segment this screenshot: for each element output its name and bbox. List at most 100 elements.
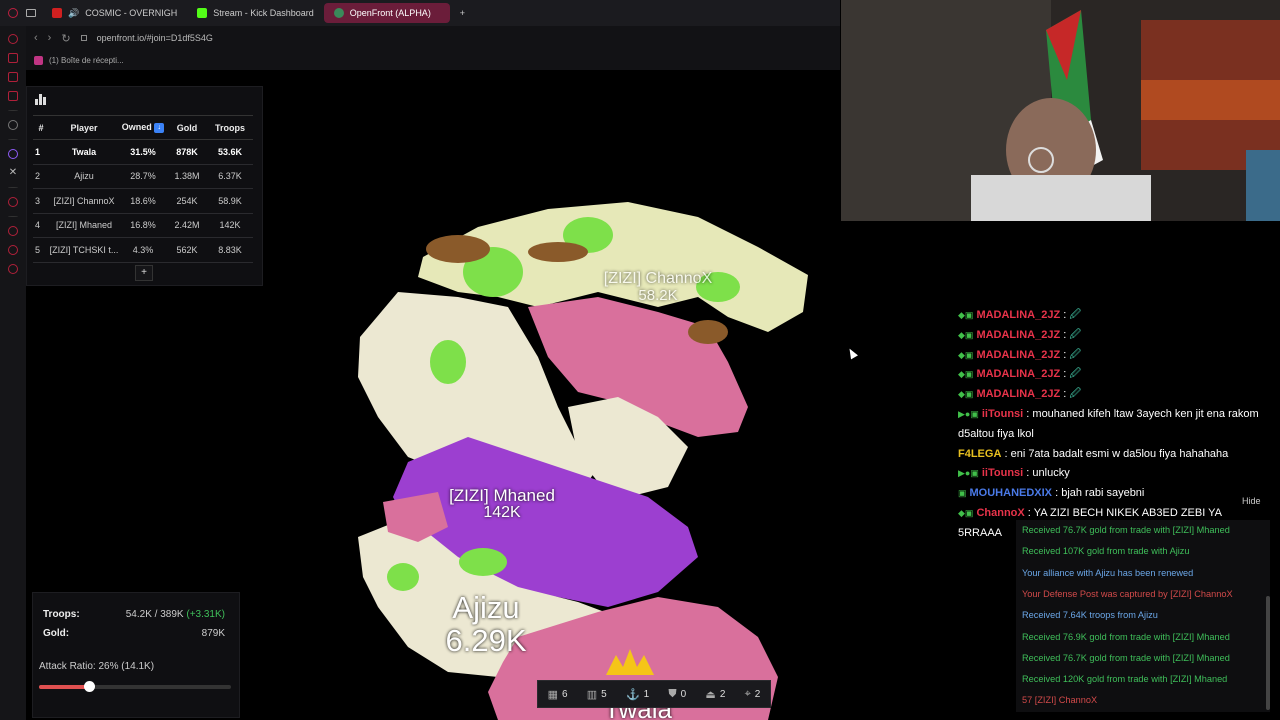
sidebar-twitch-icon[interactable] (8, 149, 18, 159)
chat-username[interactable]: MADALINA_2JZ (976, 329, 1060, 341)
build-port-button[interactable]: ⚓ 1 (626, 688, 649, 701)
webcam-overlay (841, 0, 1280, 221)
tab-kick-dashboard[interactable]: Stream - Kick Dashboard (187, 3, 324, 23)
col-player[interactable]: Player (49, 115, 119, 140)
chat-badge-icon: ◆▣ (958, 349, 974, 360)
mhaned-troops: 142K (483, 503, 521, 521)
table-row[interactable]: 4 [ZIZI] Mhaned 16.8% 2.42M 142K (33, 213, 253, 238)
build-sam-launcher-button[interactable]: ⌖ 2 (745, 688, 761, 701)
event-message: 57 [ZIZI] ChannoX (1022, 695, 1098, 706)
chat-badge-icon: ◆▣ (958, 369, 974, 380)
leaderboard-chart-icon[interactable] (35, 94, 47, 105)
reload-icon[interactable]: ↻ (61, 32, 70, 45)
sidebar-refresh-icon[interactable] (8, 34, 18, 44)
tab-cosmic[interactable]: 🔊 COSMIC - OVERNIGH (42, 3, 187, 23)
chat-username[interactable]: iiTounsi (982, 408, 1023, 420)
channox-troops: 58.2K (638, 286, 678, 304)
event-message: Received 76.9K gold from trade with [ZIZ… (1022, 631, 1230, 642)
city-icon: ▦ (547, 688, 558, 701)
chat-badge-icon: ▶●▣ (958, 468, 979, 479)
col-gold[interactable]: Gold (167, 115, 207, 140)
bookmark-inbox[interactable]: (1) Boîte de récepti... (49, 56, 124, 65)
gold-value: 879K (201, 628, 225, 639)
game-map[interactable] (298, 197, 841, 720)
back-icon[interactable]: ‹ (34, 32, 38, 44)
attack-ratio-fill (39, 685, 89, 689)
chat-username[interactable]: ChannoX (976, 507, 1024, 519)
tab-list-icon[interactable] (26, 9, 36, 17)
defense-post-icon: ⛊ (668, 687, 677, 700)
new-tab-button[interactable]: + (450, 3, 475, 23)
stream-chat: ◆▣ MADALINA_2JZ : 🖉 ◆▣ MADALINA_2JZ : 🖉 ◆▣ MA… (958, 306, 1268, 544)
sidebar-settings-icon[interactable] (8, 264, 18, 274)
chat-message-text: 🖉 (1069, 368, 1082, 381)
build-missile-silo-button[interactable]: ⏏ 2 (705, 688, 725, 701)
missile-silo-icon: ⏏ (705, 688, 716, 701)
sidebar-messenger-icon[interactable] (8, 72, 18, 82)
forest-patch-4 (430, 340, 466, 384)
chat-message: ◆▣ MADALINA_2JZ : 🖉 (958, 388, 1082, 401)
browser-logo-icon[interactable] (8, 8, 18, 18)
url-text[interactable]: openfront.io/#join=D1df5S4G (97, 33, 213, 43)
sidebar-play-icon[interactable] (8, 197, 18, 207)
build-bar: ▦ 6 ▥ 5 ⚓ 1 ⛊ 0 ⏏ 2 ⌖ 2 (537, 680, 771, 708)
troops-label: Troops: (43, 609, 80, 620)
chat-username[interactable]: MADALINA_2JZ (976, 368, 1060, 380)
chat-message: ▶●▣ iiTounsi : unlucky (958, 467, 1070, 480)
chat-message: ◆▣ MADALINA_2JZ : 🖉 (958, 309, 1082, 321)
build-city-button[interactable]: ▦ 6 (548, 688, 568, 701)
table-row[interactable]: 3 [ZIZI] ChannoX 18.6% 254K 58.9K (33, 188, 253, 214)
leaderboard-table: # Player Owned ↓ Gold Troops 1 Twala 31.… (33, 115, 253, 263)
chat-badge-icon: ◆▣ (958, 310, 974, 320)
col-troops[interactable]: Troops (207, 115, 253, 140)
chat-username[interactable]: F4LEGA (958, 448, 1001, 460)
instagram-icon (34, 55, 43, 65)
chat-username[interactable]: MADALINA_2JZ (976, 388, 1060, 400)
factory-icon: ▥ (586, 688, 598, 701)
webcam-sunset (1141, 80, 1280, 120)
build-factory-button[interactable]: ▥ 5 (587, 688, 607, 701)
channox-name: [ZIZI] ChannoX (603, 270, 713, 287)
bookmarks-bar: (1) Boîte de récepti... (26, 50, 840, 70)
events-scrollbar[interactable] (1266, 596, 1270, 710)
expand-leaderboard-button[interactable]: + (135, 265, 153, 281)
build-defense-post-button[interactable]: ⛊ 0 (668, 688, 686, 701)
map-label-mhaned: [ZIZI] Mhaned 142K (436, 487, 568, 522)
mouse-cursor (846, 346, 858, 360)
webcam-monitor (1246, 150, 1280, 221)
chat-username[interactable]: iiTounsi (982, 467, 1023, 479)
sidebar-download-icon[interactable] (8, 245, 18, 255)
attack-ratio-slider[interactable] (39, 681, 231, 692)
table-row[interactable]: 2 Ajizu 28.7% 1.38M 6.37K (33, 164, 253, 189)
sidebar-arrow-icon[interactable] (8, 120, 18, 130)
attack-ratio-thumb[interactable] (83, 681, 95, 692)
hide-events-button[interactable]: Hide (1242, 496, 1261, 506)
col-owned[interactable]: Owned ↓ (119, 115, 167, 140)
forward-icon[interactable]: › (48, 32, 52, 44)
speaker-icon: 🔊 (68, 7, 80, 18)
sidebar-sep2-icon (8, 216, 18, 217)
chat-username[interactable]: MOUHANEDXIX (970, 487, 1053, 499)
chat-username[interactable]: MADALINA_2JZ (976, 349, 1060, 361)
chat-message-text: eni 7ata badalt esmi w da5lou fiya hahah… (1010, 447, 1229, 460)
tab-openfront[interactable]: OpenFront (ALPHA) (323, 3, 450, 23)
chat-badge-icon: ▶●▣ (958, 408, 979, 419)
chat-message-text: unlucky (1032, 467, 1070, 480)
kick-icon (197, 8, 208, 18)
openfront-icon (333, 8, 344, 18)
sidebar-mail-icon[interactable] (8, 91, 18, 101)
mountain-patch-1 (426, 235, 490, 263)
leaderboard-panel: # Player Owned ↓ Gold Troops 1 Twala 31.… (26, 86, 263, 286)
chat-message: F4LEGA : eni 7ata badalt esmi w da5lou f… (958, 447, 1229, 460)
sidebar-x-icon[interactable]: ✕ (9, 168, 17, 178)
event-message: Received 107K gold from trade with Ajizu (1022, 546, 1190, 557)
chat-badge-icon: ◆▣ (958, 329, 974, 340)
sidebar-history-icon[interactable] (8, 226, 18, 236)
sidebar-bag-icon[interactable] (8, 53, 18, 63)
chat-username[interactable]: MADALINA_2JZ (976, 309, 1060, 321)
gold-row: Gold: 879K (43, 628, 225, 639)
table-row[interactable]: 5 [ZIZI] TCHSKI t... 4.3% 562K 8.83K (33, 237, 253, 263)
table-row[interactable]: 1 Twala 31.5% 878K 53.6K (33, 139, 253, 165)
youtube-icon (52, 8, 62, 18)
mountain-patch-2 (528, 242, 588, 262)
